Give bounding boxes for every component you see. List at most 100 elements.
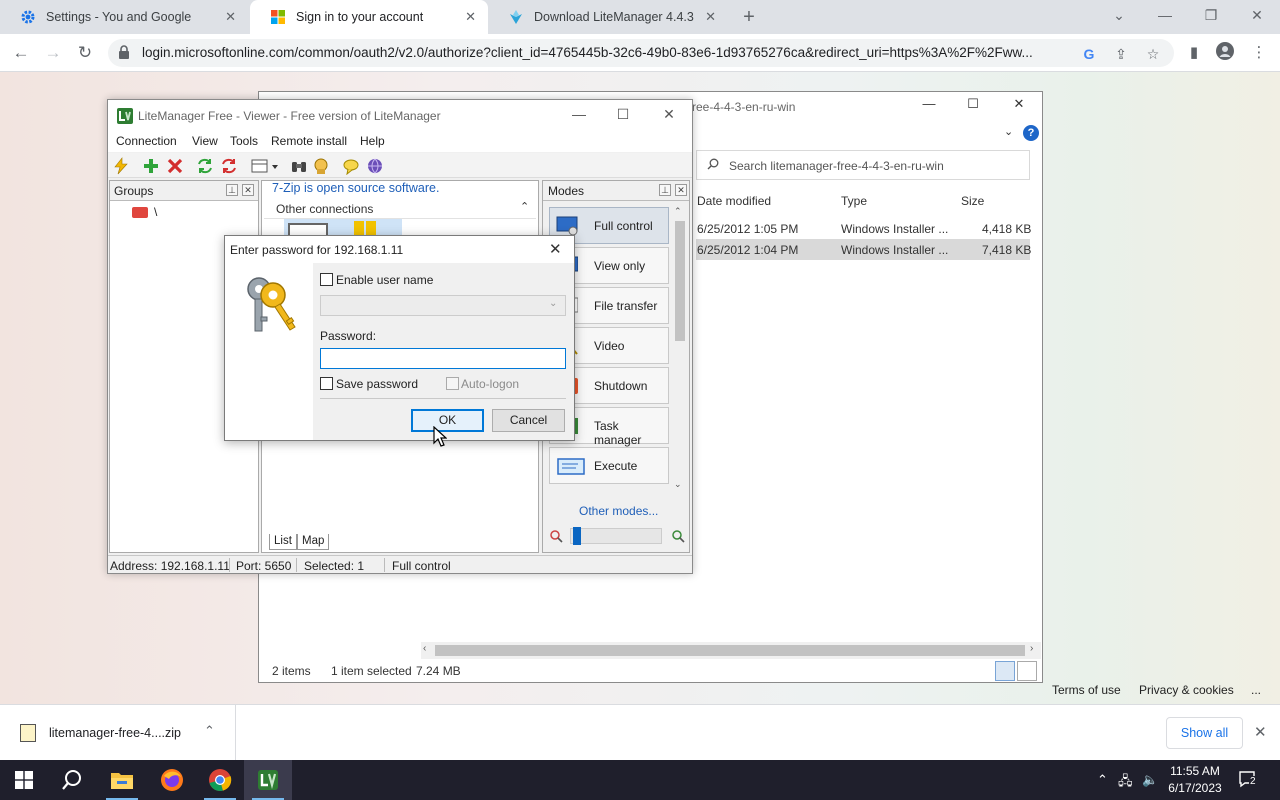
dialog-titlebar[interactable]: Enter password for 192.168.1.11 ✕ <box>225 236 574 263</box>
modes-scrollbar[interactable]: ⌃ ⌄ <box>672 203 688 491</box>
share-icon[interactable]: ⇪ <box>1112 45 1130 63</box>
lm-maximize-button[interactable]: ☐ <box>608 106 638 126</box>
tab-search-chevron-icon[interactable]: ⌄ <box>1096 0 1142 30</box>
network-icon[interactable]: 🖧 <box>1118 772 1133 794</box>
scroll-up-arrow-icon[interactable]: ⌃ <box>674 206 682 217</box>
scroll-left-arrow-icon[interactable]: ‹ <box>423 643 426 654</box>
enable-username-label[interactable]: Enable user name <box>336 273 433 287</box>
large-icons-view-button[interactable] <box>1017 661 1037 681</box>
cancel-button[interactable]: Cancel <box>492 409 565 432</box>
tray-overflow-chevron-icon[interactable]: ⌃ <box>1097 772 1108 788</box>
zoom-in-icon[interactable] <box>671 529 685 543</box>
enable-username-checkbox[interactable] <box>320 273 333 286</box>
menu-connection[interactable]: Connection <box>116 134 177 148</box>
address-bar[interactable]: login.microsoftonline.com/common/oauth2/… <box>108 39 1174 67</box>
ribbon-expand-chevron-icon[interactable]: ⌄ <box>1004 125 1013 138</box>
taskbar-search-button[interactable] <box>48 760 96 800</box>
menu-view[interactable]: View <box>192 134 218 148</box>
delete-connection-icon[interactable] <box>166 157 184 175</box>
chevron-up-icon[interactable]: ⌃ <box>204 723 215 739</box>
other-modes-link[interactable]: Other modes... <box>579 504 658 518</box>
username-combobox[interactable]: ⌄ <box>320 295 566 316</box>
file-row-selected[interactable]: 6/25/2012 1:04 PM Windows Installer ... … <box>696 239 1031 260</box>
menu-help[interactable]: Help <box>360 134 385 148</box>
tab-list[interactable]: List <box>269 534 297 550</box>
more-options-link[interactable]: ... <box>1251 683 1261 697</box>
bookmark-star-icon[interactable]: ☆ <box>1144 45 1162 63</box>
close-icon[interactable]: ✕ <box>705 9 716 25</box>
auto-logon-label[interactable]: Auto-logon <box>461 377 519 391</box>
explorer-minimize-button[interactable]: — <box>913 96 945 116</box>
volume-muted-icon[interactable]: 🔈 <box>1142 772 1158 788</box>
scroll-down-arrow-icon[interactable]: ⌄ <box>674 479 682 490</box>
refresh-red-icon[interactable] <box>220 157 238 175</box>
server-hand-icon[interactable] <box>312 157 330 175</box>
google-translate-icon[interactable]: G <box>1080 45 1098 63</box>
scrollbar-thumb[interactable] <box>675 221 685 341</box>
side-panel-icon[interactable]: ▮ <box>1183 42 1205 64</box>
password-input[interactable] <box>320 348 566 369</box>
litemanager-titlebar[interactable]: LiteManager Free - Viewer - Free version… <box>108 100 692 131</box>
explorer-close-button[interactable]: ✕ <box>1003 96 1035 116</box>
taskbar-chrome[interactable] <box>196 760 244 800</box>
close-icon[interactable]: ✕ <box>225 9 236 25</box>
terms-of-use-link[interactable]: Terms of use <box>1052 683 1121 697</box>
close-pane-icon[interactable]: ✕ <box>675 184 687 196</box>
forward-button[interactable]: → <box>40 40 66 66</box>
lm-minimize-button[interactable]: — <box>564 106 594 126</box>
minimize-button[interactable]: — <box>1142 0 1188 30</box>
tree-item-root[interactable]: \ <box>132 205 157 219</box>
ok-button[interactable]: OK <box>411 409 484 432</box>
file-row[interactable]: 6/25/2012 1:05 PM Windows Installer ... … <box>696 218 1031 239</box>
column-type[interactable]: Type <box>841 194 867 208</box>
column-size[interactable]: Size <box>961 194 984 208</box>
quality-slider-thumb[interactable] <box>573 527 581 545</box>
taskbar-litemanager[interactable] <box>244 760 292 800</box>
scroll-right-arrow-icon[interactable]: › <box>1030 643 1033 654</box>
mode-execute[interactable]: Execute <box>549 447 669 484</box>
reload-button[interactable]: ↻ <box>72 40 98 66</box>
tab-map[interactable]: Map <box>297 534 330 550</box>
horizontal-scrollbar[interactable]: ‹ › <box>421 642 1041 659</box>
taskbar-firefox[interactable] <box>148 760 196 800</box>
pin-icon[interactable]: ⊥ <box>659 184 671 196</box>
close-window-button[interactable]: ✕ <box>1234 0 1280 30</box>
save-password-label[interactable]: Save password <box>336 377 418 391</box>
explorer-search-input[interactable]: Search litemanager-free-4-4-3-en-ru-win <box>696 150 1030 180</box>
refresh-green-icon[interactable] <box>196 157 214 175</box>
add-connection-icon[interactable] <box>142 157 160 175</box>
connect-lightning-icon[interactable] <box>112 157 130 175</box>
restore-button[interactable]: ❐ <box>1188 0 1234 30</box>
help-icon[interactable]: ? <box>1023 125 1039 141</box>
chevron-up-icon[interactable]: ⌃ <box>520 200 529 213</box>
save-password-checkbox[interactable] <box>320 377 333 390</box>
details-view-button[interactable] <box>995 661 1015 681</box>
search-binoculars-icon[interactable] <box>290 157 308 175</box>
tab-settings[interactable]: Settings - You and Google ✕ <box>0 0 248 34</box>
privacy-cookies-link[interactable]: Privacy & cookies <box>1139 683 1234 697</box>
close-icon[interactable]: ✕ <box>465 9 476 25</box>
other-connections-header[interactable]: Other connections ⌃ <box>264 197 536 219</box>
menu-tools[interactable]: Tools <box>230 134 258 148</box>
column-date-modified[interactable]: Date modified <box>697 194 771 208</box>
start-button[interactable] <box>0 760 48 800</box>
tab-sign-in[interactable]: Sign in to your account ✕ <box>250 0 488 34</box>
zoom-out-icon[interactable] <box>549 529 563 543</box>
close-download-shelf-icon[interactable]: ✕ <box>1254 723 1267 741</box>
pin-icon[interactable]: ⊥ <box>226 184 238 196</box>
network-globe-icon[interactable] <box>366 157 384 175</box>
auto-logon-checkbox[interactable] <box>446 377 459 390</box>
lm-close-button[interactable]: ✕ <box>654 106 684 126</box>
notification-center-icon[interactable]: 2 <box>1238 770 1258 788</box>
close-pane-icon[interactable]: ✕ <box>242 184 254 196</box>
system-clock[interactable]: 11:55 AM 6/17/2023 <box>1163 763 1227 797</box>
scrollbar-thumb[interactable] <box>435 645 1025 656</box>
profile-avatar-icon[interactable] <box>1214 42 1236 64</box>
chat-bubble-icon[interactable] <box>342 157 360 175</box>
menu-kebab-icon[interactable]: ⋮ <box>1248 42 1270 64</box>
dialog-close-button[interactable]: ✕ <box>549 240 562 258</box>
download-item[interactable]: litemanager-free-4....zip ⌃ <box>0 705 236 761</box>
back-button[interactable]: ← <box>8 40 34 66</box>
menu-remote-install[interactable]: Remote install <box>271 134 347 148</box>
tab-download-litemanager[interactable]: Download LiteManager 4.4.3 for ✕ <box>488 0 728 34</box>
